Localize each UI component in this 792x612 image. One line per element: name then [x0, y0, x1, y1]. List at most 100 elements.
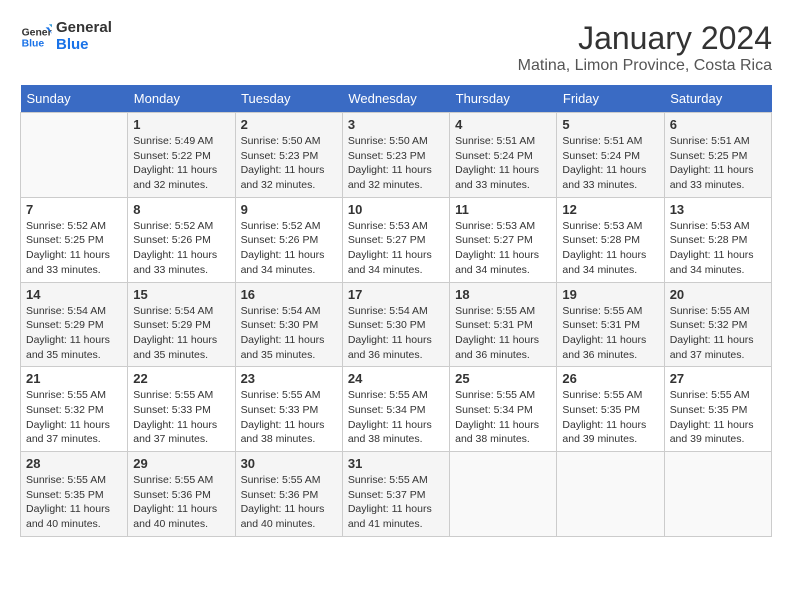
day-number: 13: [670, 202, 766, 217]
day-info: Sunrise: 5:52 AM Sunset: 5:25 PM Dayligh…: [26, 219, 122, 278]
week-row-4: 21 Sunrise: 5:55 AM Sunset: 5:32 PM Dayli…: [21, 367, 772, 452]
day-number: 16: [241, 287, 337, 302]
calendar-cell: [557, 452, 664, 537]
header-thursday: Thursday: [450, 85, 557, 113]
day-info: Sunrise: 5:55 AM Sunset: 5:35 PM Dayligh…: [26, 473, 122, 532]
day-number: 19: [562, 287, 658, 302]
header-tuesday: Tuesday: [235, 85, 342, 113]
day-info: Sunrise: 5:49 AM Sunset: 5:22 PM Dayligh…: [133, 134, 229, 193]
calendar-cell: 27 Sunrise: 5:55 AM Sunset: 5:35 PM Dayli…: [664, 367, 771, 452]
calendar-cell: 23 Sunrise: 5:55 AM Sunset: 5:33 PM Dayli…: [235, 367, 342, 452]
calendar-cell: [21, 113, 128, 198]
calendar-cell: 10Sunrise: 5:53 AM Sunset: 5:27 PM Dayli…: [342, 197, 449, 282]
day-info: Sunrise: 5:51 AM Sunset: 5:24 PM Dayligh…: [455, 134, 551, 193]
day-info: Sunrise: 5:55 AM Sunset: 5:32 PM Dayligh…: [26, 388, 122, 447]
day-info: Sunrise: 5:54 AM Sunset: 5:30 PM Dayligh…: [348, 304, 444, 363]
day-info: Sunrise: 5:55 AM Sunset: 5:33 PM Dayligh…: [241, 388, 337, 447]
header-friday: Friday: [557, 85, 664, 113]
calendar-cell: [664, 452, 771, 537]
day-info: Sunrise: 5:55 AM Sunset: 5:31 PM Dayligh…: [455, 304, 551, 363]
calendar-cell: 6 Sunrise: 5:51 AM Sunset: 5:25 PM Daylig…: [664, 113, 771, 198]
day-number: 28: [26, 456, 122, 471]
day-number: 24: [348, 371, 444, 386]
calendar-cell: 1 Sunrise: 5:49 AM Sunset: 5:22 PM Daylig…: [128, 113, 235, 198]
day-info: Sunrise: 5:50 AM Sunset: 5:23 PM Dayligh…: [348, 134, 444, 193]
day-number: 29: [133, 456, 229, 471]
calendar-cell: 17 Sunrise: 5:54 AM Sunset: 5:30 PM Dayli…: [342, 282, 449, 367]
day-info: Sunrise: 5:53 AM Sunset: 5:28 PM Dayligh…: [670, 219, 766, 278]
header-monday: Monday: [128, 85, 235, 113]
day-number: 14: [26, 287, 122, 302]
page-title: January 2024: [518, 20, 772, 57]
day-info: Sunrise: 5:50 AM Sunset: 5:23 PM Dayligh…: [241, 134, 337, 193]
day-number: 27: [670, 371, 766, 386]
day-number: 1: [133, 117, 229, 132]
day-number: 21: [26, 371, 122, 386]
day-number: 18: [455, 287, 551, 302]
week-row-2: 7 Sunrise: 5:52 AM Sunset: 5:25 PM Daylig…: [21, 197, 772, 282]
day-info: Sunrise: 5:54 AM Sunset: 5:29 PM Dayligh…: [26, 304, 122, 363]
calendar-cell: 2 Sunrise: 5:50 AM Sunset: 5:23 PM Daylig…: [235, 113, 342, 198]
title-block: January 2024 Matina, Limon Province, Cos…: [518, 20, 772, 75]
day-number: 17: [348, 287, 444, 302]
calendar-cell: 20Sunrise: 5:55 AM Sunset: 5:32 PM Dayli…: [664, 282, 771, 367]
calendar-cell: 8Sunrise: 5:52 AM Sunset: 5:26 PM Daylig…: [128, 197, 235, 282]
day-info: Sunrise: 5:55 AM Sunset: 5:35 PM Dayligh…: [562, 388, 658, 447]
week-row-5: 28 Sunrise: 5:55 AM Sunset: 5:35 PM Dayli…: [21, 452, 772, 537]
day-number: 15: [133, 287, 229, 302]
day-number: 25: [455, 371, 551, 386]
week-row-1: 1 Sunrise: 5:49 AM Sunset: 5:22 PM Daylig…: [21, 113, 772, 198]
day-number: 26: [562, 371, 658, 386]
calendar-cell: 28 Sunrise: 5:55 AM Sunset: 5:35 PM Dayli…: [21, 452, 128, 537]
day-info: Sunrise: 5:52 AM Sunset: 5:26 PM Dayligh…: [241, 219, 337, 278]
header-wednesday: Wednesday: [342, 85, 449, 113]
day-number: 4: [455, 117, 551, 132]
day-number: 6: [670, 117, 766, 132]
day-number: 12: [562, 202, 658, 217]
logo-icon: General Blue: [20, 21, 52, 53]
calendar-cell: 12 Sunrise: 5:53 AM Sunset: 5:28 PM Dayli…: [557, 197, 664, 282]
day-info: Sunrise: 5:55 AM Sunset: 5:37 PM Dayligh…: [348, 473, 444, 532]
page-header: General Blue General Blue January 2024 M…: [20, 20, 772, 75]
calendar-cell: 3Sunrise: 5:50 AM Sunset: 5:23 PM Daylig…: [342, 113, 449, 198]
logo-line2: Blue: [56, 37, 112, 54]
calendar-cell: 25Sunrise: 5:55 AM Sunset: 5:34 PM Dayli…: [450, 367, 557, 452]
day-info: Sunrise: 5:55 AM Sunset: 5:31 PM Dayligh…: [562, 304, 658, 363]
calendar-cell: 4 Sunrise: 5:51 AM Sunset: 5:24 PM Daylig…: [450, 113, 557, 198]
calendar-header-row: SundayMondayTuesdayWednesdayThursdayFrid…: [21, 85, 772, 113]
day-number: 2: [241, 117, 337, 132]
calendar-cell: 11 Sunrise: 5:53 AM Sunset: 5:27 PM Dayli…: [450, 197, 557, 282]
day-info: Sunrise: 5:55 AM Sunset: 5:36 PM Dayligh…: [241, 473, 337, 532]
day-info: Sunrise: 5:52 AM Sunset: 5:26 PM Dayligh…: [133, 219, 229, 278]
day-number: 11: [455, 202, 551, 217]
day-number: 31: [348, 456, 444, 471]
day-info: Sunrise: 5:51 AM Sunset: 5:25 PM Dayligh…: [670, 134, 766, 193]
page-subtitle: Matina, Limon Province, Costa Rica: [518, 57, 772, 75]
day-number: 30: [241, 456, 337, 471]
calendar-cell: 31 Sunrise: 5:55 AM Sunset: 5:37 PM Dayli…: [342, 452, 449, 537]
day-info: Sunrise: 5:53 AM Sunset: 5:27 PM Dayligh…: [455, 219, 551, 278]
header-sunday: Sunday: [21, 85, 128, 113]
calendar-cell: [450, 452, 557, 537]
day-info: Sunrise: 5:54 AM Sunset: 5:29 PM Dayligh…: [133, 304, 229, 363]
day-info: Sunrise: 5:55 AM Sunset: 5:36 PM Dayligh…: [133, 473, 229, 532]
day-info: Sunrise: 5:53 AM Sunset: 5:28 PM Dayligh…: [562, 219, 658, 278]
day-info: Sunrise: 5:55 AM Sunset: 5:33 PM Dayligh…: [133, 388, 229, 447]
day-info: Sunrise: 5:54 AM Sunset: 5:30 PM Dayligh…: [241, 304, 337, 363]
calendar-cell: 29 Sunrise: 5:55 AM Sunset: 5:36 PM Dayli…: [128, 452, 235, 537]
day-number: 22: [133, 371, 229, 386]
day-info: Sunrise: 5:55 AM Sunset: 5:32 PM Dayligh…: [670, 304, 766, 363]
calendar-cell: 21 Sunrise: 5:55 AM Sunset: 5:32 PM Dayli…: [21, 367, 128, 452]
calendar-cell: 26 Sunrise: 5:55 AM Sunset: 5:35 PM Dayli…: [557, 367, 664, 452]
day-info: Sunrise: 5:55 AM Sunset: 5:34 PM Dayligh…: [348, 388, 444, 447]
day-number: 23: [241, 371, 337, 386]
calendar-cell: 18 Sunrise: 5:55 AM Sunset: 5:31 PM Dayli…: [450, 282, 557, 367]
calendar-cell: 9Sunrise: 5:52 AM Sunset: 5:26 PM Daylig…: [235, 197, 342, 282]
calendar-cell: 13 Sunrise: 5:53 AM Sunset: 5:28 PM Dayli…: [664, 197, 771, 282]
day-number: 7: [26, 202, 122, 217]
week-row-3: 14 Sunrise: 5:54 AM Sunset: 5:29 PM Dayli…: [21, 282, 772, 367]
calendar-cell: 14 Sunrise: 5:54 AM Sunset: 5:29 PM Dayli…: [21, 282, 128, 367]
day-info: Sunrise: 5:53 AM Sunset: 5:27 PM Dayligh…: [348, 219, 444, 278]
day-info: Sunrise: 5:55 AM Sunset: 5:35 PM Dayligh…: [670, 388, 766, 447]
calendar-cell: 24 Sunrise: 5:55 AM Sunset: 5:34 PM Dayli…: [342, 367, 449, 452]
